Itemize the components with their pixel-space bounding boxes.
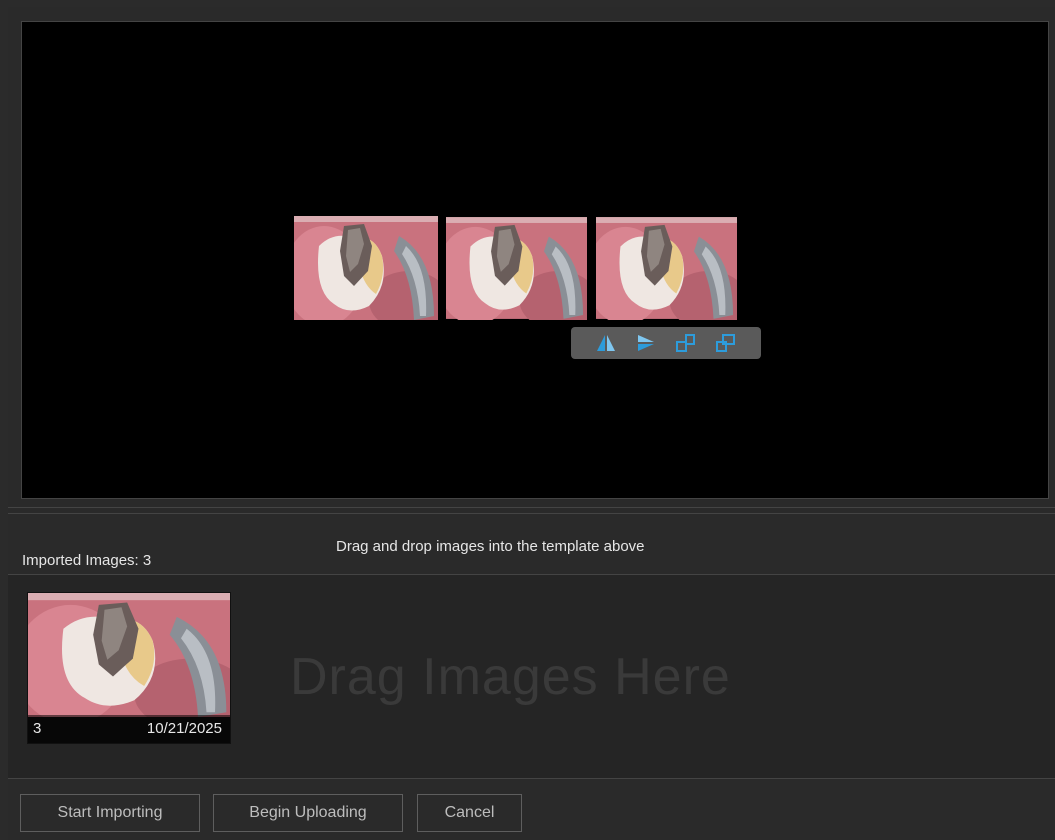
divider [8, 513, 1055, 514]
image-toolbar [571, 327, 761, 359]
rotate-right-icon[interactable] [715, 332, 737, 354]
rotate-left-icon[interactable] [675, 332, 697, 354]
thumbnail-date: 10/21/2025 [146, 720, 222, 737]
template-slot-1[interactable] [294, 216, 438, 320]
tooth-image [294, 216, 438, 320]
divider [8, 778, 1055, 779]
thumbnail-index: 3 [33, 720, 42, 737]
cancel-button[interactable]: Cancel [417, 794, 522, 832]
thumbnail-card[interactable]: 3 10/21/2025 [27, 592, 231, 744]
tooth-image [596, 216, 737, 320]
begin-uploading-button[interactable]: Begin Uploading [213, 794, 403, 832]
tooth-image [446, 216, 587, 320]
template-viewport[interactable] [21, 21, 1049, 499]
start-importing-button[interactable]: Start Importing [20, 794, 200, 832]
flip-vertical-icon[interactable] [635, 332, 657, 354]
drag-hint: Drag and drop images into the template a… [336, 538, 645, 555]
thumbnail-image [28, 593, 231, 717]
template-slot-3[interactable] [596, 216, 737, 320]
flip-horizontal-icon[interactable] [595, 332, 617, 354]
thumbnail-caption: 3 10/21/2025 [28, 715, 230, 743]
template-slot-2[interactable] [446, 216, 587, 320]
imported-count: Imported Images: 3 [22, 552, 152, 569]
drop-placeholder: Drag Images Here [290, 648, 731, 706]
divider [8, 507, 1055, 508]
import-dialog: Drag and drop images into the template a… [8, 7, 1055, 840]
